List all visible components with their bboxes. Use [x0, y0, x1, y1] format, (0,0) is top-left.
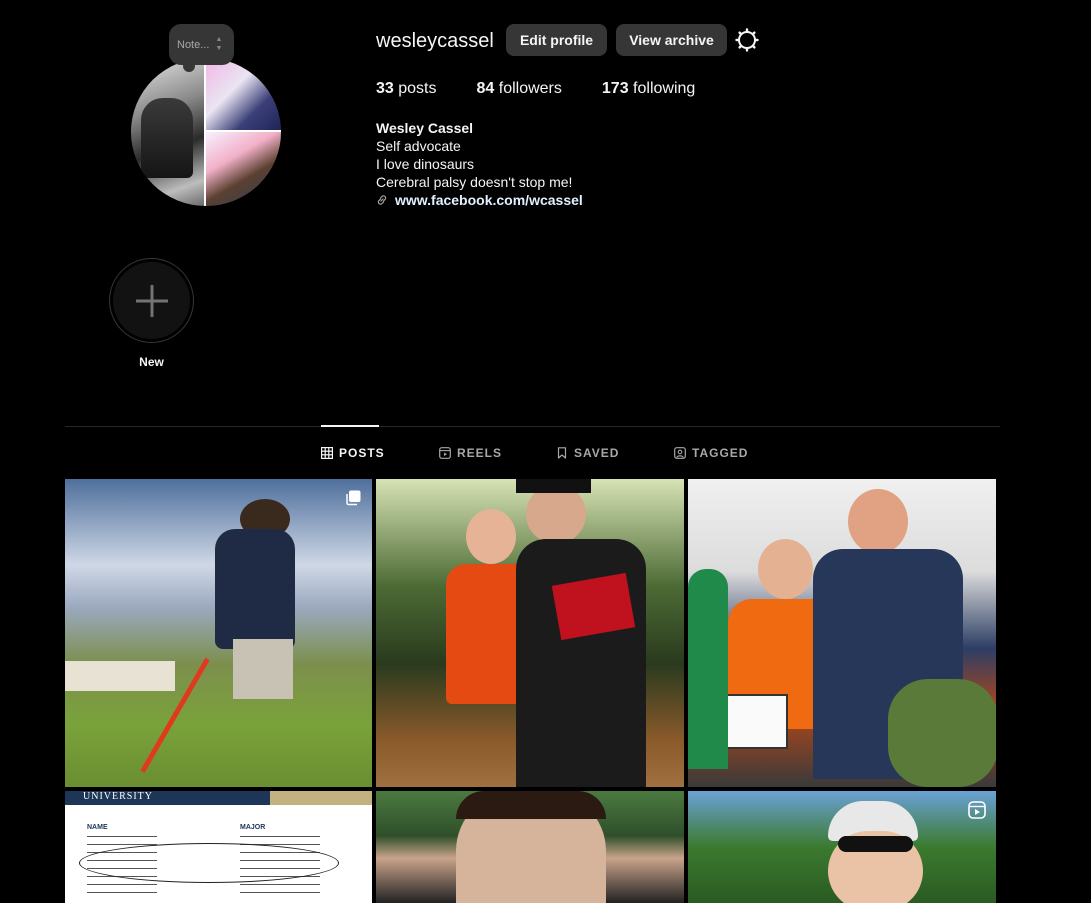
stat-posts-count: 33 — [376, 80, 394, 97]
post-tile[interactable] — [376, 791, 684, 903]
photo-person-shirt — [215, 529, 295, 649]
note-stepper-icon: ▲ ▼ — [215, 36, 223, 52]
edit-profile-button[interactable]: Edit profile — [506, 24, 607, 56]
tabs-divider — [65, 426, 1000, 427]
tab-active-indicator — [321, 425, 379, 427]
photo-man-head — [848, 489, 908, 554]
profile-avatar[interactable] — [131, 58, 281, 206]
photo-graduate-gown — [516, 539, 646, 787]
profile-bio: Wesley Cassel Self advocate I love dinos… — [376, 119, 583, 209]
bio-line: Self advocate — [376, 138, 461, 154]
reels-icon — [439, 447, 451, 459]
post-tile[interactable] — [688, 791, 996, 903]
stat-posts-label: posts — [398, 80, 437, 97]
tab-tagged[interactable]: TAGGED — [674, 446, 748, 460]
tab-posts[interactable]: POSTS — [321, 446, 385, 460]
stat-followers-count: 84 — [476, 80, 495, 97]
doc-circled-annotation — [79, 843, 339, 883]
settings-gear-icon[interactable] — [735, 28, 759, 52]
bio-name: Wesley Cassel — [376, 120, 474, 136]
tab-tagged-label: TAGGED — [692, 446, 749, 460]
doc-header-accent — [270, 791, 372, 805]
reel-icon — [968, 801, 986, 819]
view-archive-button[interactable]: View archive — [616, 24, 727, 56]
new-highlight-button[interactable] — [109, 258, 194, 343]
photo-flowers — [888, 679, 996, 787]
stat-posts: 33 posts — [376, 80, 437, 98]
doc-university-text: UNIVERSITY — [83, 791, 153, 802]
profile-stats: 33 posts 84 followers 173 following — [376, 80, 735, 98]
stat-following-label: following — [633, 80, 696, 97]
post-tile[interactable]: UNIVERSITY NAME MAJOR — [65, 791, 372, 903]
tab-posts-label: POSTS — [339, 446, 385, 460]
tab-saved-label: SAVED — [574, 446, 620, 460]
photo-hair — [456, 791, 606, 819]
bio-line: I love dinosaurs — [376, 156, 475, 172]
bio-line: Cerebral palsy doesn't stop me! — [376, 174, 573, 190]
post-tile[interactable] — [376, 479, 684, 787]
note-placeholder: Note... — [177, 38, 210, 51]
tab-reels[interactable]: REELS — [439, 446, 502, 460]
stat-followers[interactable]: 84 followers — [477, 80, 562, 98]
post-tile[interactable] — [688, 479, 996, 787]
plus-icon — [135, 284, 168, 317]
note-bubble[interactable]: Note... ▲ ▼ — [169, 24, 234, 72]
photo-person-head — [758, 539, 813, 599]
link-icon — [377, 195, 387, 205]
stat-following-count: 173 — [601, 80, 629, 97]
bookmark-icon — [557, 447, 567, 459]
photo-graduate-head — [526, 484, 586, 544]
doc-col-major-title: MAJOR — [240, 824, 266, 831]
photo-person-head — [466, 509, 516, 564]
carousel-icon — [346, 490, 361, 506]
username: wesleycassel — [376, 30, 494, 52]
tagged-icon — [674, 447, 686, 459]
stat-following[interactable]: 173 following — [602, 80, 695, 98]
bio-link[interactable]: www.facebook.com/wcassel — [376, 191, 583, 209]
tab-saved[interactable]: SAVED — [556, 446, 619, 460]
photo-person-shorts — [233, 639, 293, 699]
bio-link-text[interactable]: www.facebook.com/wcassel — [395, 191, 583, 209]
photo-grad-cap — [516, 479, 591, 493]
photo-sunglasses — [838, 836, 913, 852]
post-tile[interactable] — [65, 479, 372, 787]
highlight-label: New — [139, 355, 164, 369]
photo-buildings — [65, 661, 175, 691]
doc-col-name-title: NAME — [87, 824, 108, 831]
tab-reels-label: REELS — [457, 446, 503, 460]
photo-woman-dress — [688, 569, 728, 769]
grid-icon — [321, 447, 333, 459]
stat-followers-label: followers — [498, 80, 562, 97]
